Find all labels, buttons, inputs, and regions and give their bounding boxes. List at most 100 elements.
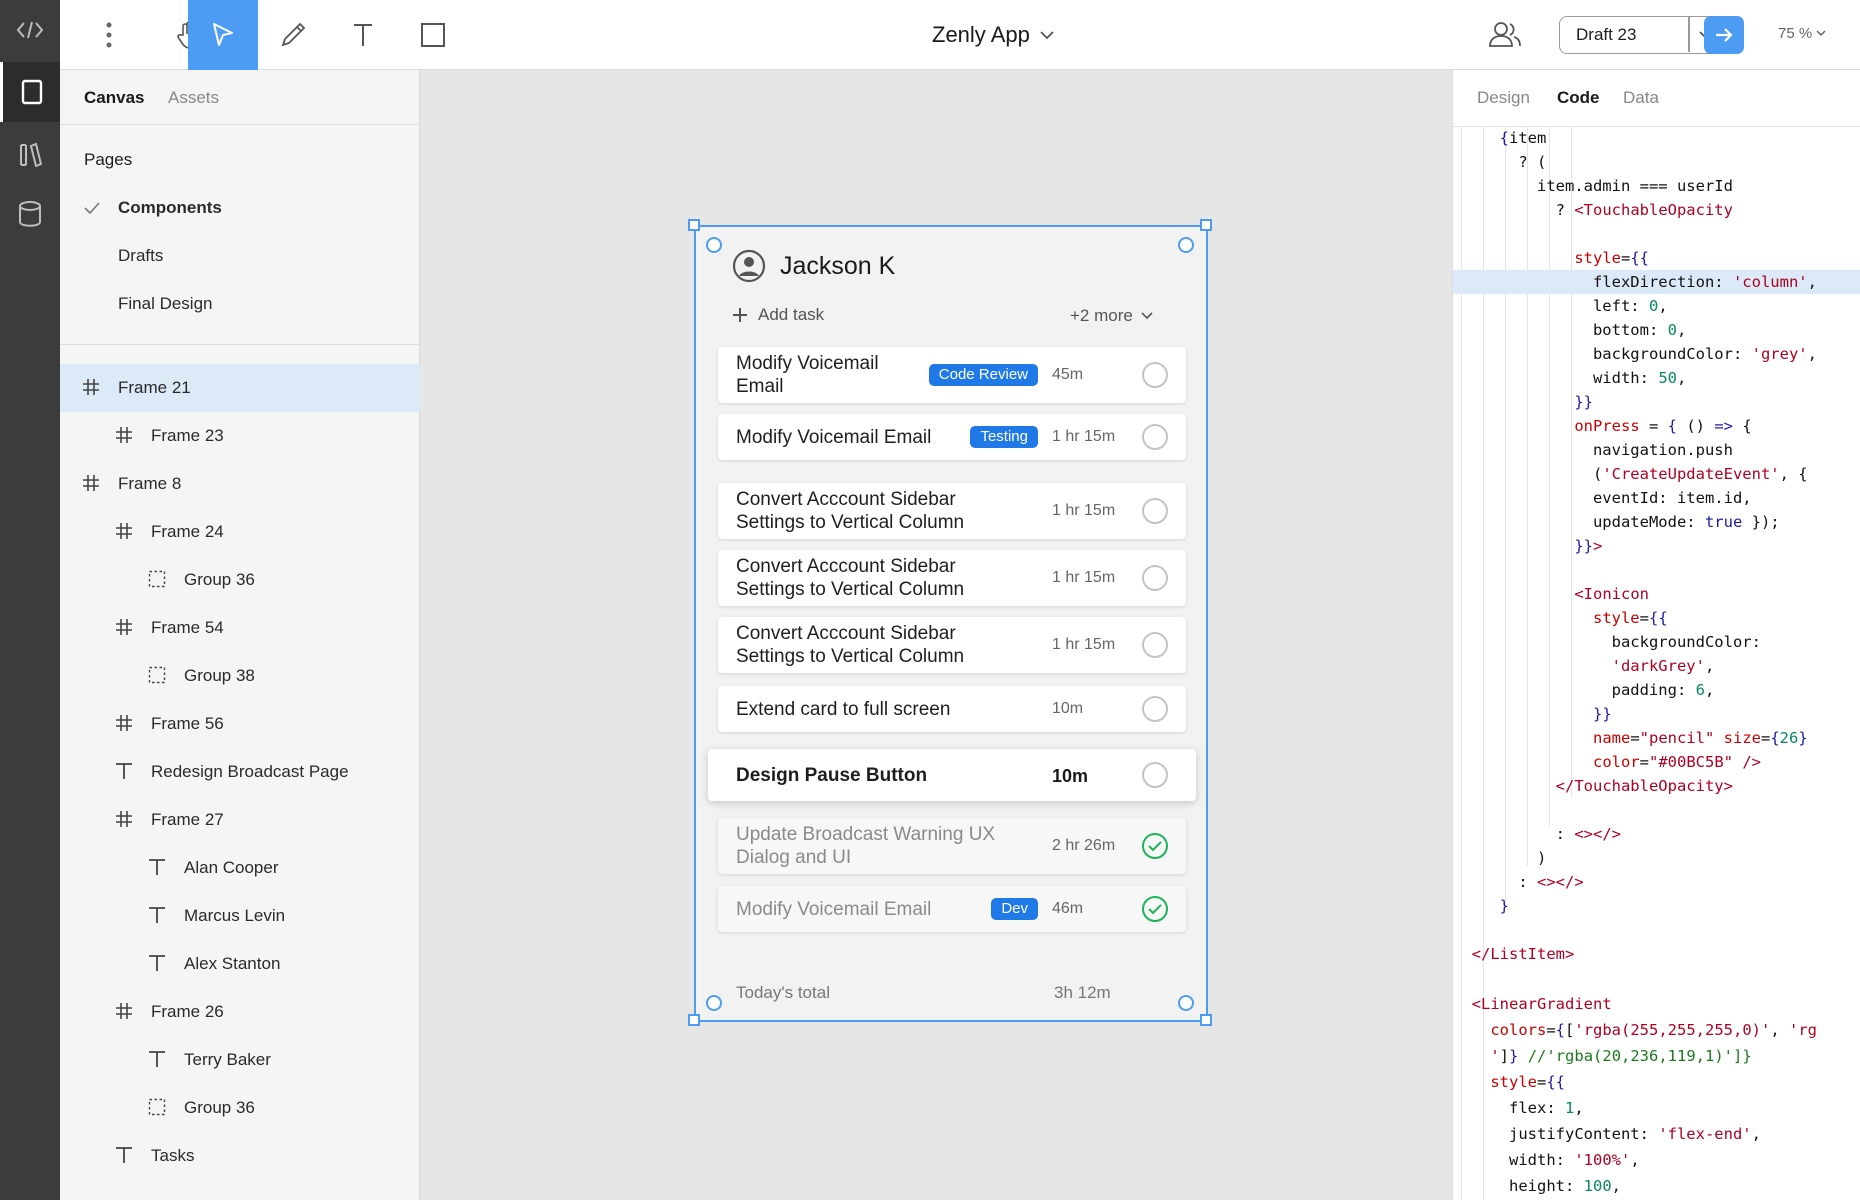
layer-item[interactable]: Frame 23: [60, 412, 420, 460]
layer-item[interactable]: Frame 24: [60, 508, 420, 556]
layer-label: Frame 21: [118, 378, 191, 397]
check-circle-icon[interactable]: [1142, 833, 1168, 859]
layer-item[interactable]: Frame 26: [60, 988, 420, 1036]
checkbox-circle[interactable]: [1142, 565, 1168, 591]
code-line: ? (: [1453, 153, 1547, 171]
page-label: Drafts: [118, 246, 164, 265]
draft-selector[interactable]: Draft 23: [1559, 16, 1724, 54]
tab-canvas[interactable]: Canvas: [84, 88, 144, 108]
divider: [60, 344, 420, 345]
layer-item[interactable]: Tasks: [60, 1132, 420, 1180]
layer-item[interactable]: Group 36: [60, 556, 420, 604]
selected-frame[interactable]: Jackson K Add task +2 more Modify Voicem…: [688, 219, 1212, 1026]
frame-hash-icon: [82, 378, 100, 401]
code-line: ']} //'rgba(20,236,119,1)']}: [1490, 1047, 1752, 1065]
checkbox-circle[interactable]: [1142, 424, 1168, 450]
rectangle-tool-icon[interactable]: [398, 0, 468, 70]
checkbox-circle[interactable]: [1142, 696, 1168, 722]
check-circle-icon[interactable]: [1142, 896, 1168, 922]
layer-item[interactable]: Marcus Levin: [60, 892, 420, 940]
corner-radius-handle[interactable]: [1178, 995, 1194, 1011]
tab-design[interactable]: Design: [1477, 88, 1530, 108]
corner-radius-handle[interactable]: [1178, 237, 1194, 253]
checkbox-circle[interactable]: [1142, 762, 1168, 788]
check-icon: [84, 202, 100, 214]
database-icon[interactable]: [0, 184, 60, 244]
more-options-icon[interactable]: [84, 0, 134, 70]
more-users-dropdown[interactable]: +2 more: [1070, 306, 1153, 326]
layer-item[interactable]: Alex Stanton: [60, 940, 420, 988]
task-time: 1 hr 15m: [1052, 427, 1116, 445]
resize-handle[interactable]: [1200, 219, 1212, 231]
code-line: </ListItem>: [1471, 945, 1575, 963]
zoom-selector[interactable]: 75 %: [1778, 25, 1826, 42]
checkbox-circle[interactable]: [1142, 362, 1168, 388]
layer-item[interactable]: Group 38: [60, 652, 420, 700]
layer-label: Frame 54: [151, 618, 224, 637]
chevron-down-icon: [1141, 312, 1153, 320]
task-title: Modify Voicemail Email: [736, 353, 879, 397]
pages-heading: Pages: [84, 150, 133, 169]
checkbox-circle[interactable]: [1142, 632, 1168, 658]
code-line: height: 100,: [1453, 1177, 1621, 1195]
layer-item[interactable]: Frame 27: [60, 796, 420, 844]
code-line: : <></>: [1453, 825, 1621, 843]
frame-view-icon[interactable]: [0, 62, 60, 122]
resize-handle[interactable]: [688, 1014, 700, 1026]
task-card[interactable]: Update Broadcast Warning UX Dialog and U…: [718, 818, 1186, 874]
user-avatar-icon: [732, 249, 766, 288]
select-tool-icon[interactable]: [188, 0, 258, 70]
pen-tool-icon[interactable]: [258, 0, 328, 70]
corner-radius-handle[interactable]: [706, 995, 722, 1011]
page-components[interactable]: Components: [60, 184, 420, 232]
code-view-icon[interactable]: [0, 0, 60, 60]
code-line: }}: [1592, 705, 1612, 723]
resize-handle[interactable]: [688, 219, 700, 231]
publish-button[interactable]: [1704, 16, 1744, 54]
code-line: <LinearGradient: [1471, 995, 1612, 1013]
layer-label: Frame 56: [151, 714, 224, 733]
layer-item[interactable]: Frame 54: [60, 604, 420, 652]
tab-code[interactable]: Code: [1557, 88, 1600, 108]
arrow-right-icon: [1716, 28, 1733, 42]
task-card[interactable]: Modify Voicemail Email Code Review 45m: [718, 347, 1186, 403]
code-line: justifyContent: 'flex-end',: [1453, 1125, 1761, 1143]
collaborators-icon[interactable]: [1488, 20, 1534, 50]
add-task-button[interactable]: Add task: [732, 305, 824, 325]
code-line: ? <TouchableOpacity: [1453, 201, 1733, 219]
task-card[interactable]: Design Pause Button 10m: [708, 749, 1196, 801]
task-card[interactable]: Modify Voicemail Email Dev 46m: [718, 886, 1186, 932]
toolbar: Zenly App Draft 23 75 %: [60, 0, 1860, 70]
task-card[interactable]: Convert Acccount Sidebar Settings to Ver…: [718, 550, 1186, 606]
checkbox-circle[interactable]: [1142, 498, 1168, 524]
text-tool-icon[interactable]: [328, 0, 398, 70]
tab-data[interactable]: Data: [1623, 88, 1659, 108]
code-line: flex: 1,: [1453, 1099, 1584, 1117]
task-card[interactable]: Convert Acccount Sidebar Settings to Ver…: [718, 617, 1186, 673]
layer-item[interactable]: Frame 21: [60, 364, 420, 412]
app-title[interactable]: Zenly App: [932, 22, 1054, 48]
layer-item[interactable]: Frame 8: [60, 460, 420, 508]
layer-item[interactable]: Frame 56: [60, 700, 420, 748]
page-final-design[interactable]: Final Design: [60, 280, 420, 328]
layer-item[interactable]: Alan Cooper: [60, 844, 420, 892]
code-line: onPress = { () => {: [1574, 417, 1752, 435]
text-layer-icon: [148, 906, 166, 929]
page-label: Components: [118, 198, 222, 217]
tab-assets[interactable]: Assets: [168, 88, 219, 108]
task-title: Modify Voicemail Email: [736, 426, 932, 448]
resize-handle[interactable]: [1200, 1014, 1212, 1026]
corner-radius-handle[interactable]: [706, 237, 722, 253]
task-card[interactable]: Modify Voicemail Email Testing 1 hr 15m: [718, 414, 1186, 460]
layer-item[interactable]: Redesign Broadcast Page: [60, 748, 420, 796]
task-card[interactable]: Extend card to full screen 10m: [718, 686, 1186, 732]
page-drafts[interactable]: Drafts: [60, 232, 420, 280]
code-editor[interactable]: {item ? ( item.admin === userId ? <Touch…: [1453, 126, 1860, 1200]
layer-item[interactable]: Terry Baker: [60, 1036, 420, 1084]
code-line: ): [1453, 849, 1547, 867]
layer-item[interactable]: Group 36: [60, 1084, 420, 1132]
frame-hash-icon: [115, 426, 133, 449]
library-icon[interactable]: [0, 124, 60, 184]
task-card[interactable]: Convert Acccount Sidebar Settings to Ver…: [718, 483, 1186, 539]
